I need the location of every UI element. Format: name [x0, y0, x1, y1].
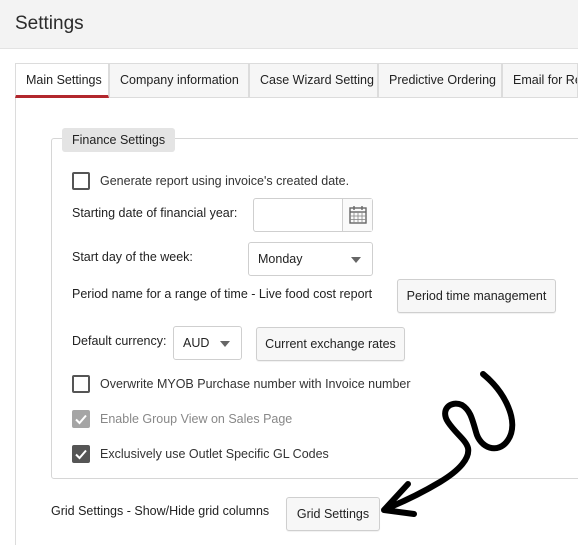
start-day-select[interactable]: Monday [248, 242, 373, 276]
chevron-down-icon [351, 257, 361, 263]
calendar-icon [349, 206, 367, 224]
tab-case-wizard-setting[interactable]: Case Wizard Setting [249, 63, 378, 97]
start-day-value: Monday [258, 252, 303, 266]
group-view-label: Enable Group View on Sales Page [100, 412, 293, 426]
current-exchange-rates-button[interactable]: Current exchange rates [256, 327, 405, 361]
period-label: Period name for a range of time - Live f… [72, 287, 373, 301]
tab-main-settings[interactable]: Main Settings [15, 63, 109, 98]
start-day-label: Start day of the week: [72, 250, 193, 264]
tab-company-information[interactable]: Company information [109, 63, 249, 97]
generate-report-checkbox[interactable] [72, 172, 90, 190]
generate-report-label: Generate report using invoice's created … [100, 174, 350, 188]
currency-select[interactable]: AUD [173, 326, 242, 360]
period-time-management-button[interactable]: Period time management [397, 279, 556, 313]
settings-tabs: Main Settings Company information Case W… [15, 63, 578, 98]
start-date-field [253, 198, 373, 232]
checkmark-icon [75, 414, 87, 425]
currency-value: AUD [183, 336, 210, 350]
tab-email[interactable]: Email for Re [502, 63, 578, 97]
chevron-down-icon [220, 341, 230, 347]
checkmark-icon [75, 449, 87, 460]
tab-predictive-ordering[interactable]: Predictive Ordering [378, 63, 502, 97]
outlet-gl-checkbox[interactable] [72, 445, 90, 463]
overwrite-myob-label: Overwrite MYOB Purchase number with Invo… [100, 377, 411, 391]
start-date-input[interactable] [254, 199, 342, 231]
finance-settings-legend: Finance Settings [62, 128, 176, 152]
page-title: Settings [15, 13, 84, 34]
start-date-label: Starting date of financial year: [72, 206, 238, 220]
grid-settings-button[interactable]: Grid Settings [286, 497, 380, 531]
outlet-gl-label: Exclusively use Outlet Specific GL Codes [100, 447, 329, 461]
default-currency-label: Default currency: [72, 334, 167, 348]
settings-header: Settings [0, 0, 578, 49]
group-view-checkbox [72, 410, 90, 428]
overwrite-myob-checkbox[interactable] [72, 375, 90, 393]
calendar-button[interactable] [342, 199, 372, 231]
grid-settings-label: Grid Settings - Show/Hide grid columns [51, 504, 270, 518]
